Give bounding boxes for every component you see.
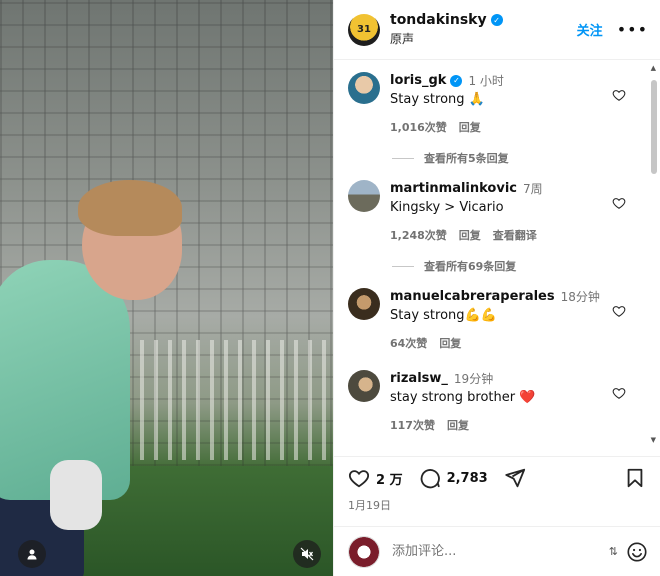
scroll-down-arrow-icon[interactable]: ▼ [651, 436, 656, 444]
follow-button[interactable]: 关注 [577, 20, 603, 39]
comment-input[interactable] [392, 544, 609, 559]
comment-time: 18分钟 [560, 290, 600, 304]
commenter-avatar[interactable] [348, 370, 380, 402]
like-count: 2 万 [376, 472, 403, 488]
bookmark-icon [627, 468, 643, 488]
mute-button[interactable] [293, 540, 321, 568]
save-button[interactable] [624, 467, 646, 489]
heart-icon[interactable] [612, 196, 626, 210]
heart-icon[interactable] [612, 386, 626, 400]
send-icon [505, 468, 525, 488]
user-icon [27, 549, 37, 560]
heart-icon[interactable] [612, 304, 626, 318]
goalkeeper-glove [50, 460, 102, 530]
comment-username[interactable]: manuelcabreraperales [390, 289, 555, 304]
commenter-avatar[interactable] [348, 288, 380, 320]
comment-time: 1 小时 [468, 74, 504, 88]
verified-badge-icon: ✓ [490, 14, 503, 26]
reply-button[interactable]: 回复 [459, 227, 481, 243]
player-hair [78, 180, 182, 236]
verified-badge-icon: ✓ [450, 74, 463, 87]
share-button[interactable] [504, 467, 526, 489]
view-replies-button[interactable]: 查看所有69条回复 [392, 258, 516, 274]
more-options-icon[interactable]: ••• [617, 20, 648, 39]
reply-button[interactable]: 回复 [459, 119, 481, 135]
translate-button[interactable]: 查看翻译 [493, 227, 537, 243]
comment-time: 7周 [523, 182, 543, 196]
comment-likes[interactable]: 64次赞 [390, 335, 427, 351]
comment-count: 2,783 [446, 470, 488, 486]
comments-scrollbar[interactable] [651, 64, 657, 444]
comment-time: 19分钟 [453, 372, 494, 386]
post-media[interactable] [0, 0, 333, 576]
comments-list: loris_gk ✓ 1 小时 Stay strong 🙏 1,016次赞 回复… [334, 60, 650, 448]
sort-arrows-icon[interactable]: ⇅ [609, 545, 618, 558]
comment-likes[interactable]: 117次赞 [390, 417, 435, 433]
comment-username[interactable]: rizalsw_ [390, 371, 448, 386]
comment-text: stay strong brother ❤️ [390, 390, 536, 405]
commenter-avatar[interactable] [348, 72, 380, 104]
post-panel: 31 tondakinsky ✓ 原声 关注 ••• loris_gk ✓ 1 … [333, 0, 660, 576]
author-avatar[interactable]: 31 [348, 13, 380, 46]
reply-button[interactable]: 回复 [447, 417, 469, 433]
comment-item: manuelcabreraperales 18分钟 Stay strong💪💪 … [348, 288, 650, 351]
comment-likes[interactable]: 1,016次赞 [390, 119, 447, 135]
commenter-avatar[interactable] [348, 180, 380, 212]
reply-button[interactable]: 回复 [439, 335, 461, 351]
comment-text: Stay strong💪💪 [390, 308, 497, 323]
comment-item: martinmalinkovic 7周 Kingsky > Vicario 1,… [348, 180, 650, 243]
view-replies-button[interactable]: 查看所有5条回复 [392, 150, 509, 166]
audio-label[interactable]: 原声 [390, 30, 577, 47]
comment-likes[interactable]: 1,248次赞 [390, 227, 447, 243]
comment-bubble-icon [420, 469, 440, 489]
comment-composer: ⇅ [334, 526, 660, 576]
comment-username[interactable]: loris_gk [390, 73, 446, 88]
author-username[interactable]: tondakinsky [390, 12, 487, 28]
speaker-muted-icon [300, 547, 314, 561]
post-header: 31 tondakinsky ✓ 原声 关注 ••• [334, 0, 660, 60]
post-actions: 2 万 2,783 1月19日 [334, 456, 660, 516]
comment-username[interactable]: martinmalinkovic [390, 181, 517, 196]
comment-text: Kingsky > Vicario [390, 200, 504, 215]
post-date: 1月19日 [348, 499, 391, 512]
heart-icon[interactable] [612, 88, 626, 102]
heart-icon [348, 470, 370, 488]
comment-text: Stay strong 🙏 [390, 92, 485, 107]
comment-button[interactable]: 2,783 [419, 467, 488, 489]
comment-item: rizalsw_ 19分钟 stay strong brother ❤️ 117… [348, 370, 650, 433]
emoji-icon[interactable] [626, 541, 648, 563]
current-user-avatar[interactable] [348, 535, 380, 568]
tagged-user-button[interactable] [18, 540, 46, 568]
comment-item: loris_gk ✓ 1 小时 Stay strong 🙏 1,016次赞 回复 [348, 72, 650, 135]
like-button[interactable]: 2 万 [348, 467, 403, 489]
